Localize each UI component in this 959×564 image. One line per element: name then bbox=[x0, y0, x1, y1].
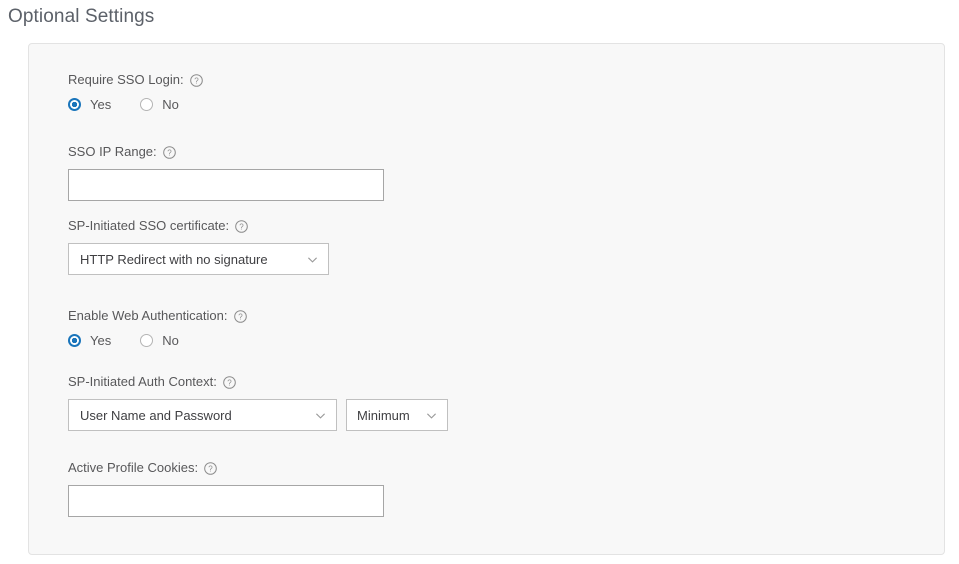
field-sp-initiated-sso-certificate: SP-Initiated SSO certificate: ? HTTP Red… bbox=[68, 218, 329, 275]
select-row-certificate: HTTP Redirect with no signature bbox=[68, 243, 329, 275]
radio-mark-unselected bbox=[140, 334, 154, 347]
radio-enable-web-authentication-yes[interactable]: Yes bbox=[68, 333, 111, 348]
svg-text:?: ? bbox=[227, 378, 232, 387]
label-require-sso-login: Require SSO Login: ? bbox=[68, 72, 208, 88]
help-circle-icon[interactable]: ? bbox=[233, 309, 247, 323]
sso-ip-range-input[interactable] bbox=[68, 169, 384, 201]
radio-enable-web-authentication-no[interactable]: No bbox=[140, 333, 179, 348]
field-active-profile-cookies: Active Profile Cookies: ? bbox=[68, 460, 384, 517]
select-value: User Name and Password bbox=[80, 407, 232, 423]
field-sso-ip-range: SSO IP Range: ? bbox=[68, 144, 384, 201]
svg-text:?: ? bbox=[239, 222, 244, 231]
label-enable-web-authentication: Enable Web Authentication: ? bbox=[68, 308, 247, 324]
radio-mark-selected bbox=[68, 334, 81, 347]
chevron-down-icon bbox=[306, 253, 319, 266]
chevron-down-icon bbox=[314, 409, 327, 422]
help-circle-icon[interactable]: ? bbox=[235, 219, 248, 233]
radio-label: Yes bbox=[90, 97, 112, 112]
select-value: HTTP Redirect with no signature bbox=[80, 251, 268, 267]
svg-text:?: ? bbox=[167, 148, 172, 157]
svg-text:?: ? bbox=[208, 464, 213, 473]
label-sp-initiated-auth-context: SP-Initiated Auth Context: ? bbox=[68, 374, 448, 390]
label-text: Enable Web Authentication: bbox=[68, 308, 228, 323]
label-text: SP-Initiated SSO certificate: bbox=[68, 218, 230, 233]
label-text: Require SSO Login: bbox=[68, 72, 184, 87]
radio-group-enable-web-authentication: Yes No bbox=[68, 333, 247, 348]
help-circle-icon[interactable]: ? bbox=[162, 145, 176, 159]
radio-label: No bbox=[162, 97, 179, 112]
radio-group-require-sso-login: Yes No bbox=[68, 97, 208, 112]
label-sso-ip-range: SSO IP Range: ? bbox=[68, 144, 384, 160]
page-title: Optional Settings bbox=[8, 6, 155, 27]
auth-context-comparison-select[interactable]: Minimum bbox=[346, 399, 448, 431]
svg-text:?: ? bbox=[194, 76, 199, 85]
optional-settings-panel: Require SSO Login: ? Yes No SSO IP Range… bbox=[28, 43, 945, 555]
select-value: Minimum bbox=[357, 407, 410, 423]
label-text: Active Profile Cookies: bbox=[68, 460, 199, 475]
radio-require-sso-login-yes[interactable]: Yes bbox=[68, 97, 111, 112]
active-profile-cookies-input[interactable] bbox=[68, 485, 384, 517]
field-require-sso-login: Require SSO Login: ? Yes No bbox=[68, 72, 208, 112]
label-sp-initiated-sso-certificate: SP-Initiated SSO certificate: ? bbox=[68, 218, 329, 234]
radio-mark-selected bbox=[68, 98, 81, 111]
chevron-down-icon bbox=[425, 409, 438, 422]
help-circle-icon[interactable]: ? bbox=[223, 375, 236, 389]
sp-initiated-sso-certificate-select[interactable]: HTTP Redirect with no signature bbox=[68, 243, 329, 275]
label-text: SSO IP Range: bbox=[68, 144, 157, 159]
radio-mark-unselected bbox=[140, 98, 154, 111]
field-sp-initiated-auth-context: SP-Initiated Auth Context: ? User Name a… bbox=[68, 374, 448, 431]
sp-initiated-auth-context-select[interactable]: User Name and Password bbox=[68, 399, 337, 431]
radio-label: No bbox=[162, 333, 179, 348]
field-enable-web-authentication: Enable Web Authentication: ? Yes No bbox=[68, 308, 247, 348]
radio-require-sso-login-no[interactable]: No bbox=[140, 97, 179, 112]
help-circle-icon[interactable]: ? bbox=[189, 73, 203, 87]
select-row-auth-context: User Name and Password Minimum bbox=[68, 399, 448, 431]
label-active-profile-cookies: Active Profile Cookies: ? bbox=[68, 460, 384, 476]
svg-text:?: ? bbox=[238, 312, 243, 321]
radio-label: Yes bbox=[90, 333, 112, 348]
label-text: SP-Initiated Auth Context: bbox=[68, 374, 217, 389]
help-circle-icon[interactable]: ? bbox=[204, 461, 217, 475]
